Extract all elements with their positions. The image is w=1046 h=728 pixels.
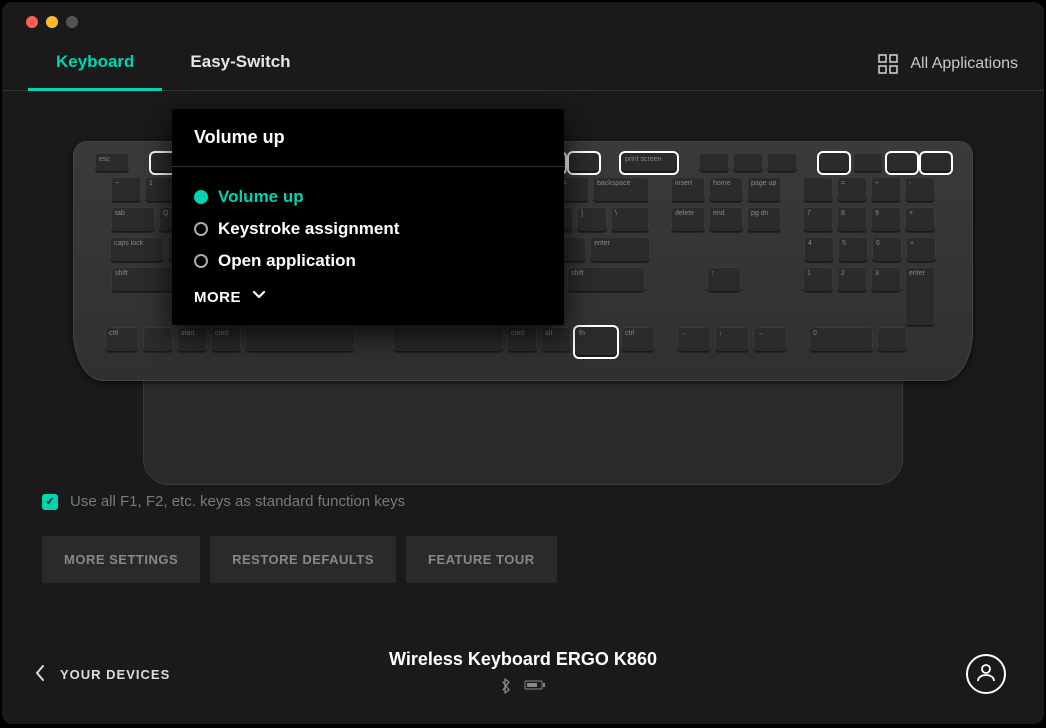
minimize-window-button[interactable] (46, 16, 58, 28)
close-window-button[interactable] (26, 16, 38, 28)
key-printscreen[interactable]: print screen (621, 153, 677, 173)
key-lspace[interactable] (245, 327, 355, 353)
user-icon (975, 661, 997, 688)
key-pgdn[interactable]: pg dn (747, 207, 781, 233)
key-down[interactable]: ↓ (715, 327, 749, 353)
key-1[interactable]: 1 (145, 177, 175, 203)
all-applications-label: All Applications (910, 55, 1018, 73)
option-volume-up-label: Volume up (218, 187, 304, 207)
device-name: Wireless Keyboard ERGO K860 (389, 649, 657, 670)
option-open-app-label: Open application (218, 251, 356, 271)
key-caps[interactable]: caps lock (110, 237, 164, 263)
fn-keys-checkbox[interactable]: ✓ (42, 494, 58, 510)
tab-easy-switch[interactable]: Easy-Switch (162, 38, 318, 90)
key-backslash[interactable]: \ (611, 207, 649, 233)
numpad-2[interactable]: 2 (837, 267, 867, 293)
fn-keys-checkbox-label: Use all F1, F2, etc. keys as standard fu… (70, 493, 405, 510)
feature-tour-button[interactable]: FEATURE TOUR (406, 536, 557, 583)
key-nav3[interactable] (767, 153, 797, 173)
key-tilde[interactable]: ~ (111, 177, 141, 203)
option-keystroke-label: Keystroke assignment (218, 219, 399, 239)
popup-title: Volume up (172, 109, 564, 167)
radio-icon (194, 222, 208, 236)
numpad-enter[interactable]: enter (905, 267, 935, 327)
key-lock2[interactable] (921, 153, 951, 173)
key-up[interactable]: ↑ (707, 267, 741, 293)
palm-rest (143, 375, 903, 485)
restore-defaults-button[interactable]: RESTORE DEFAULTS (210, 536, 396, 583)
numpad-dot[interactable]: . (877, 327, 907, 353)
numpad-1[interactable]: 1 (803, 267, 833, 293)
key-rshift[interactable]: shift (567, 267, 645, 293)
numpad-add[interactable]: + (906, 237, 936, 263)
numpad-8[interactable]: 8 (837, 207, 867, 233)
key-rbracket[interactable]: ] (577, 207, 607, 233)
key-lock[interactable] (569, 153, 599, 173)
key-insert[interactable]: insert (671, 177, 705, 203)
battery-icon (524, 678, 546, 699)
key-win[interactable] (143, 327, 173, 353)
radio-icon (194, 254, 208, 268)
key-nav2[interactable] (733, 153, 763, 173)
more-label: MORE (194, 289, 241, 306)
key-calc[interactable] (819, 153, 849, 173)
more-settings-button[interactable]: MORE SETTINGS (42, 536, 200, 583)
numpad-subtract[interactable]: × (905, 207, 935, 233)
your-devices-back-button[interactable]: YOUR DEVICES (34, 663, 170, 686)
numpad-9[interactable]: 9 (871, 207, 901, 233)
numpad-sub[interactable]: - (905, 177, 935, 203)
account-button[interactable] (966, 654, 1006, 694)
option-keystroke-assignment[interactable]: Keystroke assignment (194, 213, 542, 245)
key-nav1[interactable] (699, 153, 729, 173)
key-lshift[interactable]: shift (111, 267, 179, 293)
all-applications-selector[interactable]: All Applications (878, 44, 1018, 84)
key-top2[interactable] (853, 153, 883, 173)
chevron-down-icon (251, 287, 267, 307)
key-menu[interactable] (887, 153, 917, 173)
key-rspace[interactable] (393, 327, 503, 353)
numpad-numlock[interactable] (803, 177, 833, 203)
key-home[interactable]: home (709, 177, 743, 203)
key-delete[interactable]: delete (671, 207, 705, 233)
key-left[interactable]: ← (677, 327, 711, 353)
key-lcmd[interactable]: cmd (211, 327, 241, 353)
numpad-7[interactable]: 7 (803, 207, 833, 233)
your-devices-label: YOUR DEVICES (60, 667, 170, 682)
window-controls (2, 2, 1044, 38)
key-right[interactable]: → (753, 327, 787, 353)
apps-grid-icon (878, 54, 898, 74)
key-enter[interactable]: enter (590, 237, 650, 263)
tab-bar: Keyboard Easy-Switch All Applications (2, 38, 1044, 91)
bluetooth-icon (500, 678, 512, 699)
tab-keyboard[interactable]: Keyboard (28, 38, 162, 90)
key-rcmd[interactable]: cmd (507, 327, 537, 353)
numpad-div[interactable]: = (837, 177, 867, 203)
key-ralt[interactable]: alt (541, 327, 571, 353)
key-esc[interactable]: esc (95, 153, 129, 173)
radio-selected-icon (194, 190, 208, 204)
key-pgup[interactable]: page up (747, 177, 781, 203)
numpad-4[interactable]: 4 (804, 237, 834, 263)
numpad-5[interactable]: 5 (838, 237, 868, 263)
key-lalt[interactable]: start (177, 327, 207, 353)
key-backspace[interactable]: backspace (593, 177, 649, 203)
key-tab[interactable]: tab (111, 207, 155, 233)
numpad-0[interactable]: 0 (809, 327, 873, 353)
key-action-popup: Volume up Volume up Keystroke assignment… (172, 109, 564, 325)
numpad-mul[interactable]: ÷ (871, 177, 901, 203)
numpad-3[interactable]: 3 (871, 267, 901, 293)
more-options-toggle[interactable]: MORE (194, 277, 542, 307)
option-open-application[interactable]: Open application (194, 245, 542, 277)
key-fn[interactable]: fn (575, 327, 617, 357)
maximize-window-button[interactable] (66, 16, 78, 28)
numpad-6[interactable]: 6 (872, 237, 902, 263)
key-rctrl[interactable]: ctrl (621, 327, 655, 353)
chevron-left-icon (34, 663, 46, 686)
option-volume-up[interactable]: Volume up (194, 181, 542, 213)
key-end[interactable]: end (709, 207, 743, 233)
key-lctrl[interactable]: ctrl (105, 327, 139, 353)
